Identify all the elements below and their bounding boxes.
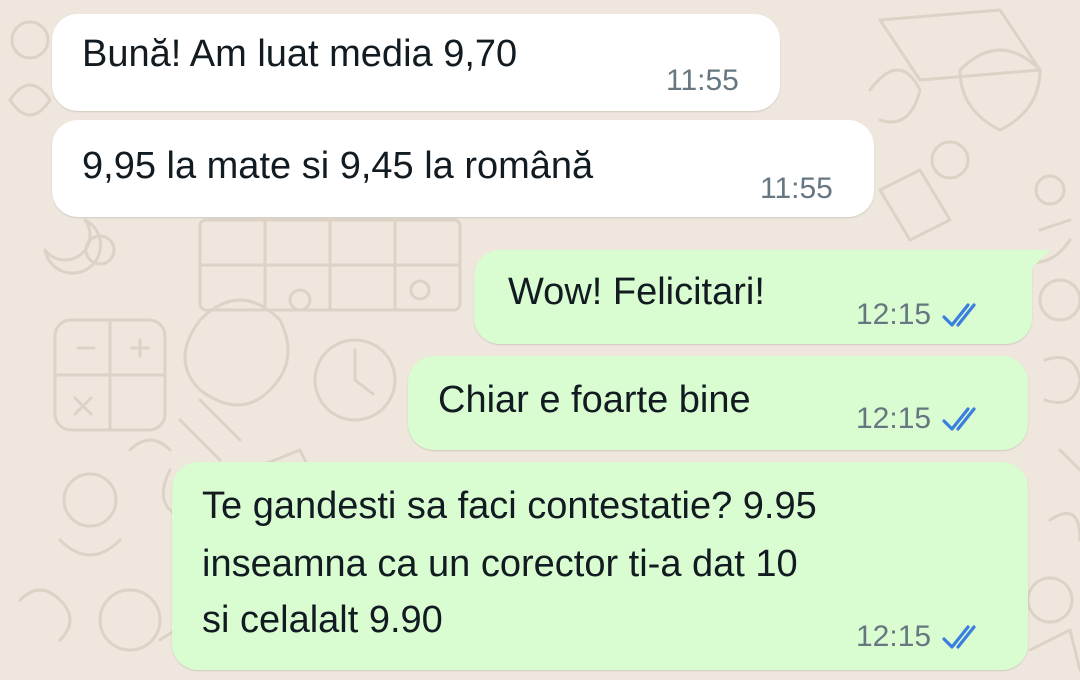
outgoing-message[interactable]: Wow! Felicitari! 12:15	[474, 250, 1050, 344]
message-time: 12:15	[856, 298, 932, 331]
message-text: 9,95 la mate si 9,45 la română	[82, 145, 594, 187]
outgoing-message[interactable]: Chiar e foarte bine 12:15	[408, 356, 1028, 450]
incoming-message[interactable]: Bună! Am luat media 9,70 11:55	[52, 14, 780, 111]
message-time: 12:15	[856, 402, 932, 435]
message-text: Bună! Am luat media 9,70	[82, 33, 518, 75]
message-text: Wow! Felicitari!	[508, 271, 765, 313]
incoming-message[interactable]: 9,95 la mate si 9,45 la română 11:55	[52, 120, 874, 217]
message-text-line: inseamna ca un corector ti-a dat 10	[202, 543, 798, 585]
double-check-read-icon	[942, 303, 976, 327]
double-check-read-icon	[942, 407, 976, 431]
message-time: 11:55	[666, 64, 739, 97]
bubble-tail-icon	[1028, 250, 1050, 272]
message-text: Chiar e foarte bine	[438, 379, 751, 421]
message-text-line: Te gandesti sa faci contestatie? 9.95	[202, 485, 817, 527]
double-check-read-icon	[942, 625, 976, 649]
message-time: 12:15	[856, 620, 932, 653]
message-text-line: si celalalt 9.90	[202, 599, 443, 641]
outgoing-message[interactable]: Te gandesti sa faci contestatie? 9.95 in…	[172, 462, 1028, 670]
message-time: 11:55	[760, 172, 833, 205]
